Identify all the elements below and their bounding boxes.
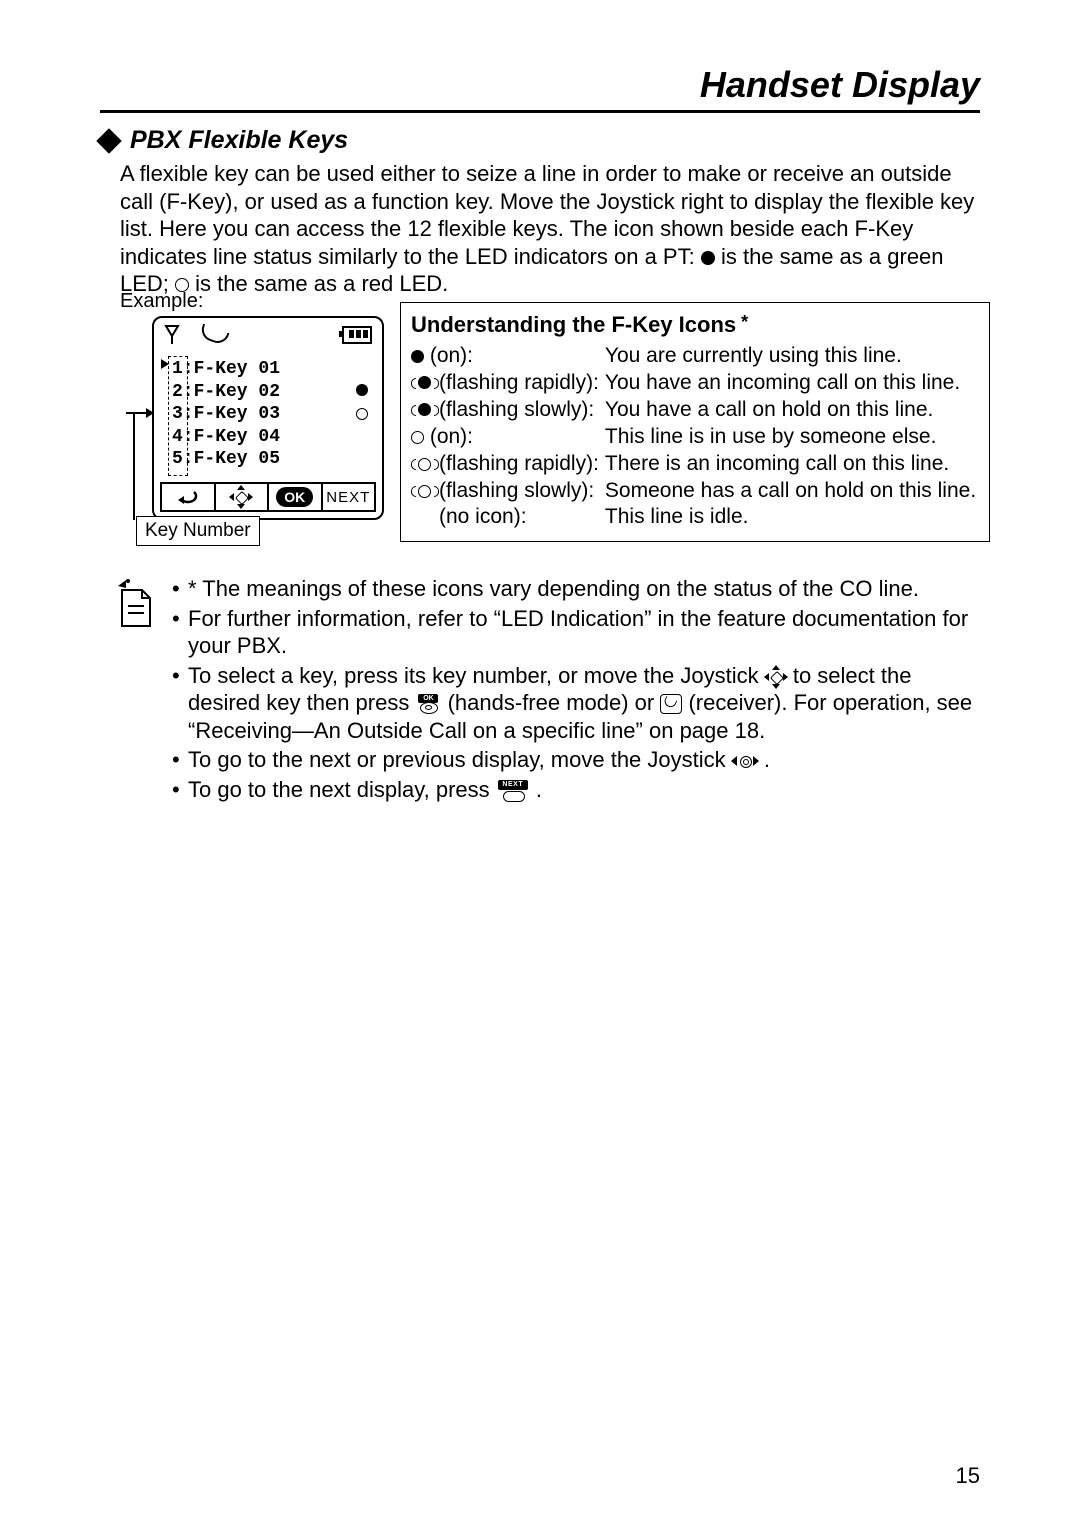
note-text: To go to the next or previous display, m… [188, 746, 770, 774]
legend-label: (flashing rapidly): [439, 371, 599, 394]
fkey-row-3: 3:F-Key 03 [172, 403, 280, 426]
section-title-row: PBX Flexible Keys [100, 126, 348, 155]
understanding-title: Understanding the F-Key Icons * [411, 311, 979, 339]
legend-desc: You are currently using this line. [605, 343, 976, 370]
asterisk-icon: * [736, 312, 748, 332]
callout-line [133, 414, 135, 520]
note-fragment: . [536, 777, 542, 802]
fkey-2-status-icon [356, 384, 368, 396]
key-number-label: Key Number [136, 516, 260, 546]
open-dot-flash-icon [411, 457, 439, 471]
understanding-title-text: Understanding the F-Key Icons [411, 312, 736, 337]
softkey-joystick [216, 484, 270, 510]
note-fragment: (hands-free mode) or [448, 690, 661, 715]
open-dot-flash-icon [411, 484, 439, 498]
fkey-row-4: 4:F-Key 04 [172, 426, 280, 449]
legend-row: (no icon): This line is idle. [411, 504, 976, 531]
legend-row: (flashing rapidly): You have an incoming … [411, 370, 976, 397]
handset-display-diagram: 1:F-Key 01 2:F-Key 02 3:F-Key 03 4:F-Key… [152, 316, 384, 520]
softkey-bar: OK NEXT [160, 482, 376, 512]
notes-list: •* The meanings of these icons vary depe… [172, 575, 980, 805]
icon-legend-table: (on):You are currently using this line. … [411, 343, 976, 531]
filled-dot-flash-icon [411, 403, 439, 417]
note-item: • To go to the next or previous display,… [172, 746, 980, 774]
note-text: To select a key, press its key number, o… [188, 662, 980, 745]
legend-label: (on): [424, 425, 473, 448]
callout-arrow-icon [126, 412, 152, 414]
note-item: •* The meanings of these icons vary depe… [172, 575, 980, 603]
filled-dot-icon [701, 251, 715, 265]
open-dot-icon [411, 431, 424, 444]
antenna-icon [164, 324, 180, 344]
note-fragment: To select a key, press its key number, o… [188, 663, 765, 688]
note-item: • To select a key, press its key number,… [172, 662, 980, 745]
ok-button-icon: OK [415, 694, 441, 714]
legend-row: (on): This line is in use by someone else… [411, 424, 976, 451]
battery-icon [342, 326, 372, 344]
legend-label: (flashing slowly): [439, 398, 594, 421]
note-item: • To go to the next display, press NEXT … [172, 776, 980, 804]
fkey-1-label: 1:F-Key 01 [172, 359, 280, 379]
page-header: Handset Display [100, 64, 980, 113]
note-icon [112, 578, 156, 630]
section-title: PBX Flexible Keys [130, 126, 348, 155]
joystick-leftright-icon [732, 753, 758, 769]
note-text: * The meanings of these icons vary depen… [188, 575, 919, 603]
note-item: •For further information, refer to “LED … [172, 605, 980, 660]
legend-label: (flashing rapidly): [439, 452, 599, 475]
fkey-row-5: 5:F-Key 05 [172, 448, 280, 471]
joystick-4way-icon [230, 486, 252, 508]
legend-label: (no icon): [439, 505, 527, 528]
legend-row: (flashing slowly): Someone has a call on … [411, 478, 976, 505]
fkey-3-status-icon [356, 408, 368, 420]
legend-desc: Someone has a call on hold on this line. [605, 478, 976, 505]
intro-paragraph: A flexible key can be used either to sei… [120, 160, 980, 298]
receiver-icon [660, 694, 682, 714]
legend-desc: There is an incoming call on this line. [605, 451, 976, 478]
ok-label: OK [276, 487, 313, 507]
fkey-row-2: 2:F-Key 02 [172, 381, 280, 404]
note-text: For further information, refer to “LED I… [188, 605, 980, 660]
diamond-bullet-icon [96, 128, 121, 153]
legend-desc: This line is idle. [605, 504, 976, 531]
legend-label: (on): [424, 344, 473, 367]
legend-desc: You have an incoming call on this line. [605, 370, 976, 397]
legend-desc: You have a call on hold on this line. [605, 397, 976, 424]
back-arrow-icon [174, 488, 202, 506]
legend-row: (flashing slowly): You have a call on hol… [411, 397, 976, 424]
page-number: 15 [956, 1463, 980, 1489]
fkey-list: 1:F-Key 01 2:F-Key 02 3:F-Key 03 4:F-Key… [172, 358, 280, 471]
legend-row: (on): You are currently using this line. [411, 343, 976, 370]
handset-icon [198, 324, 229, 347]
softkey-back [162, 484, 216, 510]
filled-dot-icon [411, 350, 424, 363]
legend-desc: This line is in use by someone else. [605, 424, 976, 451]
legend-row: (flashing rapidly): There is an incoming … [411, 451, 976, 478]
selection-arrow-icon [161, 359, 169, 369]
understanding-box: Understanding the F-Key Icons * (on): You… [400, 302, 990, 542]
joystick-4way-icon [765, 666, 787, 688]
status-bar [162, 324, 374, 348]
fkey-row-1: 1:F-Key 01 [172, 358, 280, 381]
intro-text-3: is the same as a red LED. [195, 271, 448, 296]
note-fragment: To go to the next display, press [188, 777, 496, 802]
note-fragment: To go to the next or previous display, m… [188, 747, 732, 772]
softkey-next: NEXT [323, 484, 375, 510]
next-button-icon: NEXT [496, 780, 530, 802]
softkey-ok: OK [269, 484, 323, 510]
next-button-icon-label: NEXT [498, 780, 528, 790]
legend-label: (flashing slowly): [439, 479, 594, 502]
filled-dot-flash-icon [411, 376, 439, 390]
example-label: Example: [120, 290, 203, 313]
note-fragment: . [764, 747, 770, 772]
note-text: To go to the next display, press NEXT . [188, 776, 542, 804]
